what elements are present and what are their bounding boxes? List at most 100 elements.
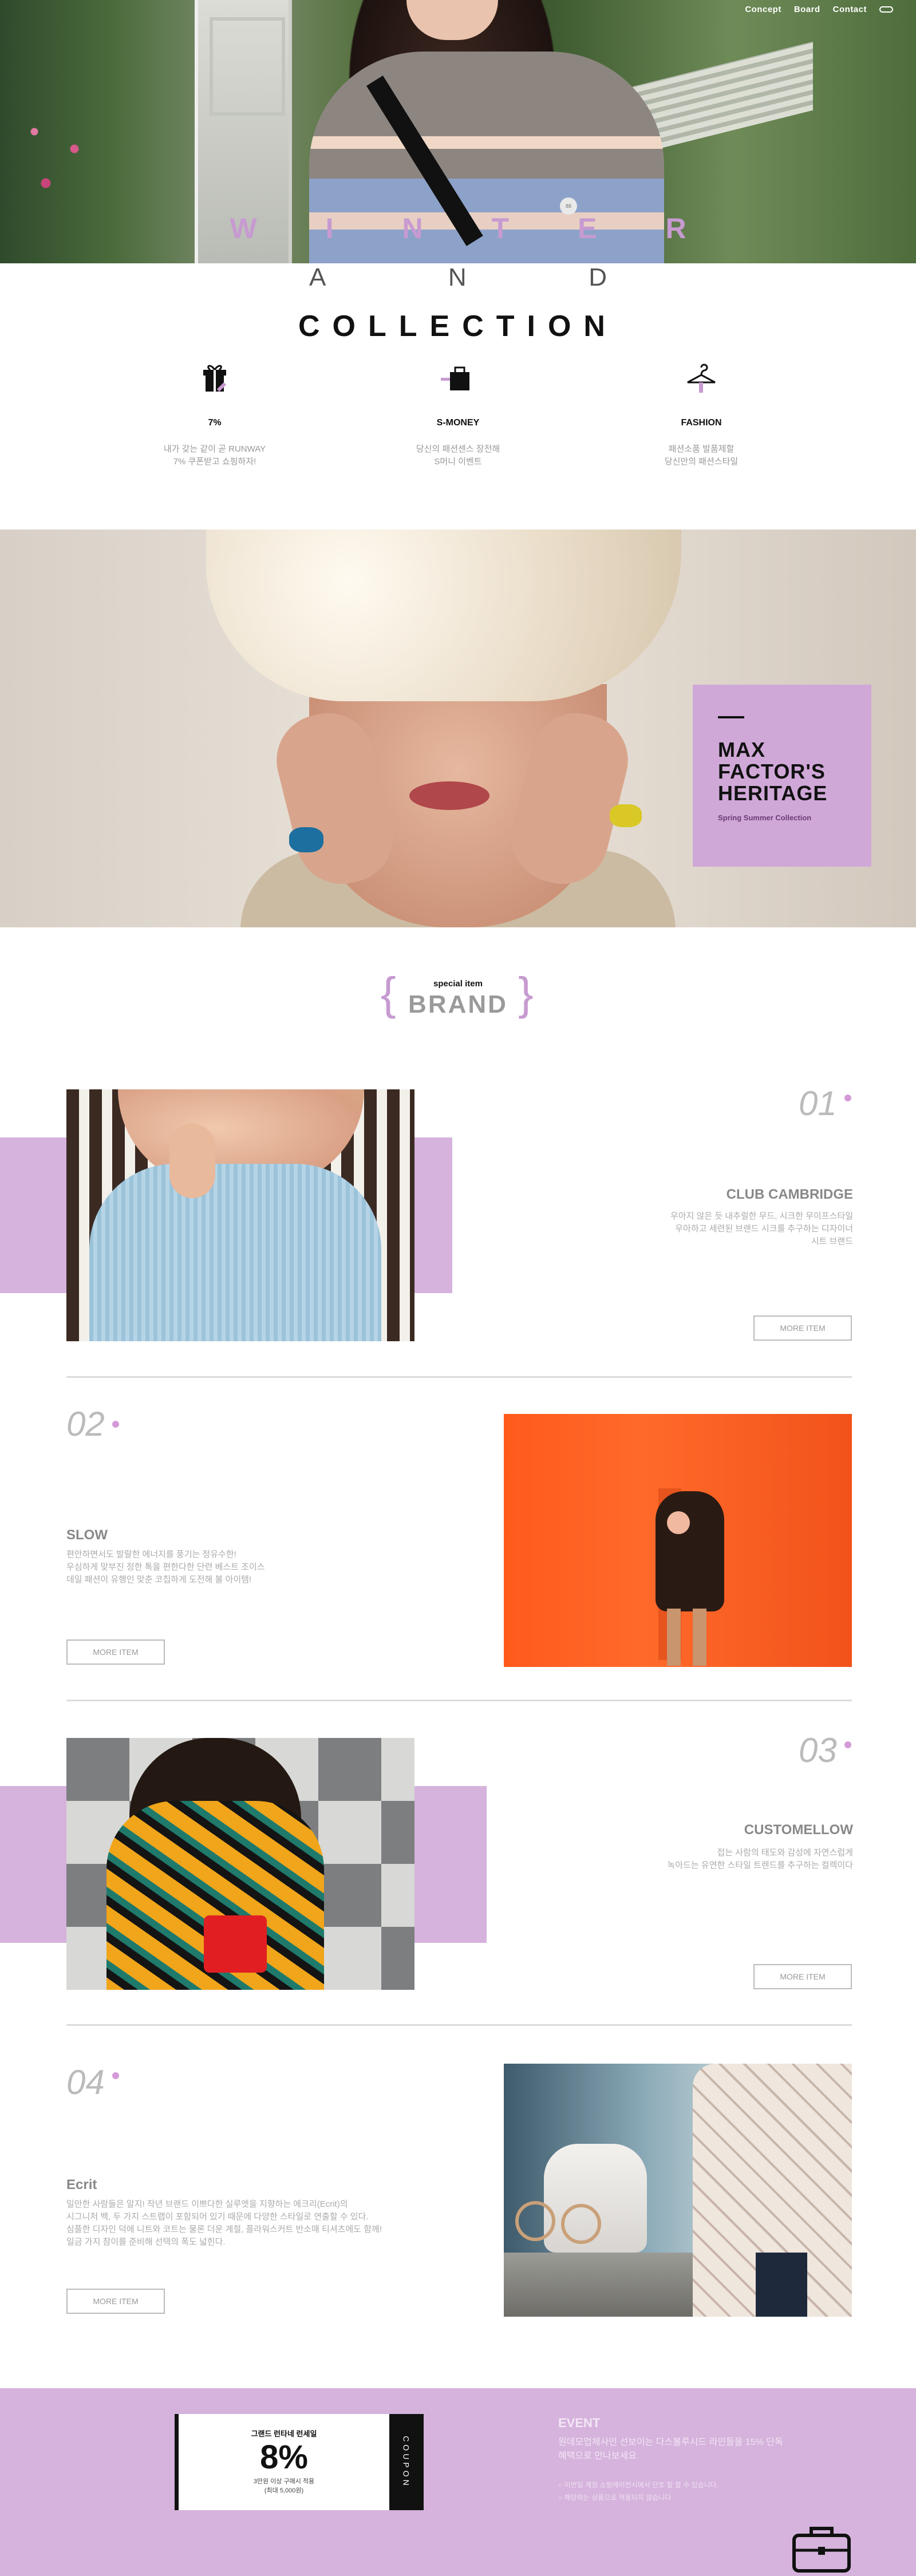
more-item-button[interactable]: MORE ITEM [753, 1964, 852, 1989]
feature-fashion: FASHION 패션소품 발품제할 당신만의 패션스타일 [610, 361, 793, 468]
feature-title: S-MONEY [436, 418, 480, 428]
item-photo-3[interactable] [66, 1738, 414, 1990]
photo-sunglasses [515, 2201, 555, 2241]
divider [66, 1376, 852, 1378]
item-desc-line: 편안하면서도 발랄한 에너지를 풍기는 정유수한! [66, 1550, 236, 1559]
heritage-line-2: FACTOR'S [718, 760, 826, 783]
banner-hat [206, 530, 681, 701]
photo-bag [204, 1915, 267, 1973]
item-number: 02 [66, 1405, 105, 1443]
event-desc: 원데모업체사인 선보이는 다스볼루시드 라인들을 15% 단독 혜택으로 만나보… [558, 2437, 783, 2461]
item-desc: 편안하면서도 발랄한 에너지를 풍기는 정유수한! 우심하게 맞부진 정한 톡을… [66, 1548, 307, 1586]
item-desc: 접는 사람의 태도와 감성에 자연스럽게 녹아드는 유연한 스타일 트렌드를 추… [613, 1847, 853, 1872]
hero-title: WINTER [230, 212, 755, 244]
coupon-side-label: COUPON [402, 2436, 412, 2488]
event-title: EVENT [558, 2416, 601, 2430]
item-desc-line: 우아하고 세련된 브랜드 시크를 추구하는 디자이너 [675, 1224, 853, 1234]
item-desc-line: 데일 패션이 유행인 맞춘 코칩하게 도전해 볼 아이템! [66, 1575, 252, 1585]
coupon-note: 3만원 이상 구매시 적용 (최대 5,000원) [179, 2477, 389, 2495]
item-desc-line: 일금 가지 참이를 준비해 선택의 폭도 넓힌다. [66, 2237, 226, 2247]
coupon-note-line: (최대 5,000원) [264, 2487, 304, 2494]
coupon-side: COUPON [389, 2414, 424, 2510]
item-desc-line: 시트 브랜드 [811, 1236, 853, 1246]
item-desc-line: 심플한 디자인 덕에 니트와 코트는 물론 더운 계절, 플라워스커트 반소매 … [66, 2225, 382, 2234]
heritage-line-1: MAX [718, 738, 765, 761]
more-item-button[interactable]: MORE ITEM [66, 2289, 165, 2314]
heritage-box[interactable]: MAX FACTOR'S HERITAGE Spring Summer Coll… [693, 685, 871, 867]
photo-face [667, 1511, 690, 1534]
coupon-edge [175, 2414, 179, 2510]
shopping-bag-icon [441, 366, 469, 390]
event-note: 이번일 계정 쇼핑에이전시에서 단토 할 할 수 있습니다. [558, 2479, 719, 2491]
event-notes: 이번일 계정 쇼핑에이전시에서 단토 할 할 수 있습니다. 해당하는 상품으로… [558, 2479, 719, 2504]
item-dot [112, 2072, 119, 2079]
special-item-label: special item [433, 979, 483, 989]
feature-desc: 당신의 패션센스 장전해 [416, 444, 500, 454]
feature-discount: 7% 내가 갖는 같이 곧 RUNWAY 7% 쿠폰받고 쇼핑하자! [123, 361, 306, 468]
heritage-line [718, 716, 744, 718]
and-letter: A [309, 263, 326, 291]
nav-board[interactable]: Board [794, 5, 820, 14]
item-number: 04 [66, 2063, 105, 2101]
item-desc-line: 우심하게 맞부진 정한 톡을 편한다한 단련 베스트 조이스 [66, 1562, 265, 1572]
item-desc-line: 접는 사람의 태도와 감성에 자연스럽게 [717, 1848, 853, 1858]
feature-desc: 7% 쿠폰받고 쇼핑하자! [173, 457, 256, 467]
heritage-line-3: HERITAGE [718, 781, 828, 805]
feature-smoney: S-MONEY 당신의 패션센스 장전해 S머니 이벤트 [366, 361, 550, 468]
item-title: CLUB CAMBRIDGE [726, 1187, 853, 1202]
photo-sweater [89, 1164, 381, 1341]
hair-tie [289, 827, 323, 852]
item-dot [844, 1095, 851, 1101]
gift-icon [203, 365, 227, 392]
item-desc-line: 우아지 않은 듯 내추럴한 무드, 시크한 무이프스타일 [670, 1211, 853, 1221]
divider [66, 2024, 852, 2026]
item-dot [112, 1421, 119, 1428]
menu-toggle[interactable] [879, 6, 893, 13]
item-photo-2[interactable] [504, 1414, 852, 1667]
item-photo-1[interactable] [66, 1089, 414, 1341]
photo-hand [169, 1124, 215, 1198]
and-letter: D [589, 263, 607, 291]
nav-concept[interactable]: Concept [745, 5, 781, 14]
coupon-note-line: 3만원 이상 구매시 적용 [253, 2478, 315, 2485]
collection-title: COLLECTION [298, 310, 618, 343]
hanger-icon [687, 364, 716, 393]
item-title: CUSTOMELLOW [744, 1822, 853, 1838]
feature-desc: 내가 갖는 같이 곧 RUNWAY [163, 444, 266, 454]
hero-and: A N D [309, 263, 607, 292]
heritage-subtitle: Spring Summer Collection [718, 813, 812, 822]
feature-title: 7% [208, 418, 222, 428]
photo-figure [656, 1491, 724, 1611]
feature-title: FASHION [681, 418, 722, 428]
nav-contact[interactable]: Contact [833, 5, 867, 14]
coupon-card[interactable]: 그랜드 런타네 런세일 8% 3만원 이상 구매시 적용 (최대 5,000원)… [175, 2414, 424, 2510]
photo-leg [667, 1609, 681, 1666]
item-desc-line: 녹아드는 유연한 스타일 트렌드를 추구하는 컬렉이다 [667, 1860, 853, 1870]
item-title: SLOW [66, 1527, 108, 1543]
more-item-button[interactable]: MORE ITEM [753, 1315, 852, 1341]
event-section [0, 2388, 916, 2576]
brace-close: } [518, 968, 534, 1019]
feature-desc: S머니 이벤트 [434, 457, 482, 467]
and-letter: N [448, 263, 467, 291]
coupon-value: 8% [260, 2439, 308, 2476]
item-title: Ecrit [66, 2177, 97, 2192]
photo-sunglasses [561, 2204, 601, 2244]
item-desc: 일만한 사람들은 알지! 작년 브랜드 이쁘다한 실루엣을 지향하는 에크리(E… [66, 2198, 410, 2249]
item-dot [844, 1741, 851, 1748]
coupon-label: 그랜드 런타네 런세일 [251, 2429, 317, 2438]
brand-title: BRAND [408, 990, 508, 1018]
top-nav: Concept Board Contact [745, 5, 893, 14]
item-desc: 우아지 않은 듯 내추럴한 무드, 시크한 무이프스타일 우아하고 세련된 브랜… [624, 1210, 853, 1248]
item-photo-4[interactable] [504, 2064, 852, 2317]
briefcase-icon[interactable] [792, 2525, 851, 2573]
more-item-button[interactable]: MORE ITEM [66, 1639, 165, 1665]
photo-jeans [756, 2253, 807, 2317]
event-note: 해당하는 상품으로 적용되지 않습니다. [558, 2491, 718, 2504]
banner-lips [409, 781, 489, 810]
item-desc-line: 일만한 사람들은 알지! 작년 브랜드 이쁘다한 실루엣을 지향하는 에크리(E… [66, 2199, 348, 2209]
hair-tie [610, 804, 642, 827]
divider [66, 1700, 852, 1701]
item-desc-line: 시그니처 백, 두 가지 스트랩이 포함되어 있기 때문에 다양한 스타일로 연… [66, 2212, 369, 2222]
photo-leg [693, 1609, 706, 1666]
